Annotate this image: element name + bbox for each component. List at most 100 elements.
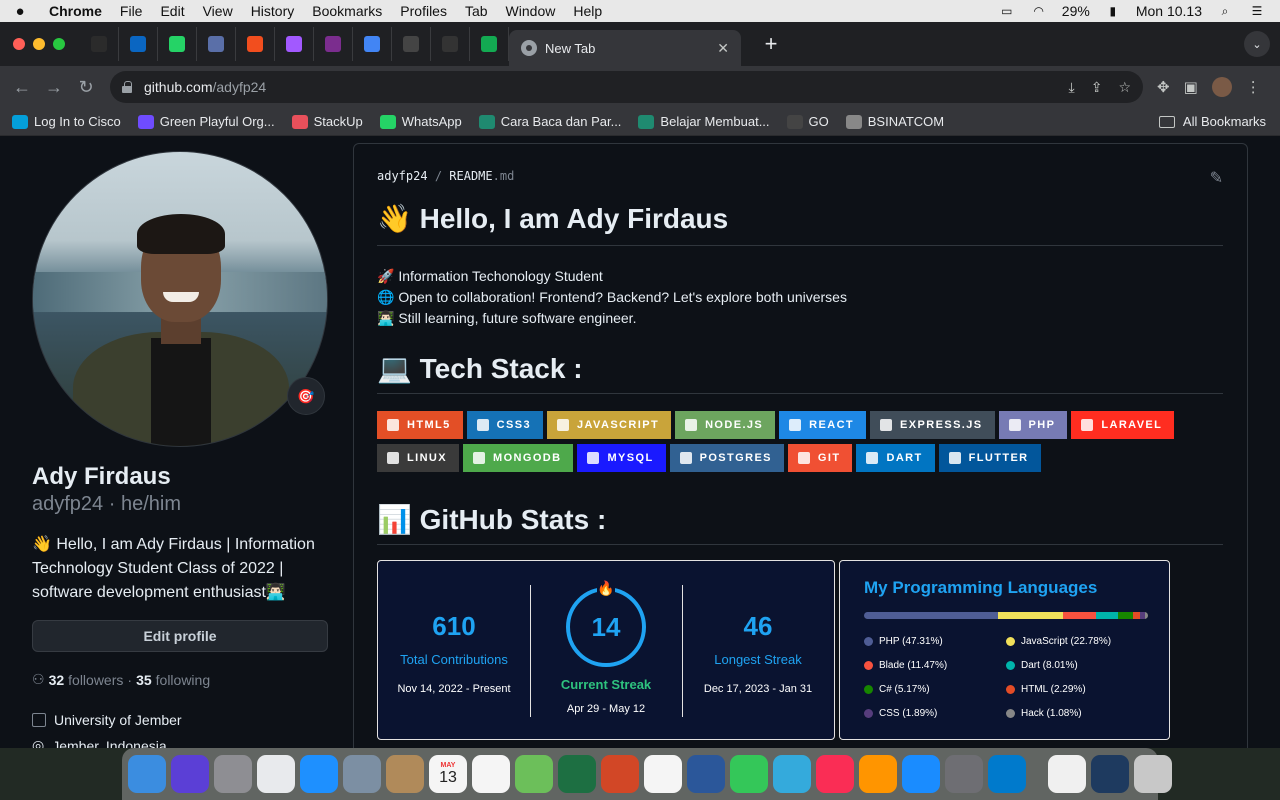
photos-icon[interactable]	[644, 755, 682, 793]
extensions-icon[interactable]: ✥	[1157, 78, 1170, 96]
menu-tab[interactable]: Tab	[456, 3, 497, 19]
tech-badge[interactable]: POSTGRES	[669, 444, 784, 472]
apple-menu-icon[interactable]: ●	[0, 3, 40, 20]
following-link[interactable]: following	[156, 672, 210, 688]
pinned-tab[interactable]	[431, 27, 470, 61]
vscode-icon[interactable]	[988, 755, 1026, 793]
pinned-tab[interactable]	[197, 27, 236, 61]
bookmark-item[interactable]: Log In to Cisco	[12, 114, 121, 129]
tech-badge[interactable]: LINUX	[377, 444, 459, 472]
profile-avatar[interactable]	[1211, 77, 1232, 97]
tech-badge[interactable]: MONGODB	[463, 444, 574, 472]
readme-file-link[interactable]: README	[449, 169, 492, 183]
followers-count[interactable]: 32	[49, 672, 65, 688]
system-preferences-icon[interactable]	[945, 755, 983, 793]
tech-badge[interactable]: CSS3	[466, 411, 544, 439]
tab-search-button[interactable]: ⌄	[1244, 31, 1270, 57]
new-tab-button[interactable]: +	[757, 30, 785, 58]
tech-badge[interactable]: HTML5	[377, 411, 463, 439]
pinned-tab[interactable]	[470, 27, 509, 61]
streak-stats-card[interactable]: 610 Total Contributions Nov 14, 2022 - P…	[377, 560, 835, 740]
spotlight-search-icon[interactable]: ⌕	[1216, 4, 1234, 18]
vscode-window-icon[interactable]	[1091, 755, 1129, 793]
profile-avatar-large[interactable]	[32, 151, 328, 447]
pinned-tab[interactable]	[119, 27, 158, 61]
reload-button[interactable]: ↻	[70, 71, 102, 103]
messages-icon[interactable]	[773, 755, 811, 793]
tech-badge[interactable]: REACT	[779, 411, 867, 439]
lock-icon[interactable]	[122, 81, 132, 93]
minimize-window-button[interactable]	[33, 38, 45, 50]
appstore-icon[interactable]	[902, 755, 940, 793]
address-bar[interactable]: github.com /adyfp24 ⤓ ⇪ ☆	[110, 71, 1143, 103]
menu-history[interactable]: History	[242, 3, 304, 19]
maximize-window-button[interactable]	[53, 38, 65, 50]
calendar-icon[interactable]: MAY 13	[429, 755, 467, 793]
menu-help[interactable]: Help	[564, 3, 611, 19]
pinned-tab[interactable]	[236, 27, 275, 61]
bookmark-item[interactable]: GO	[786, 114, 829, 129]
bookmark-star-icon[interactable]: ☆	[1118, 79, 1131, 96]
reminders-icon[interactable]	[472, 755, 510, 793]
music-icon[interactable]	[816, 755, 854, 793]
tech-badge[interactable]: FLUTTER	[938, 444, 1041, 472]
menu-window[interactable]: Window	[497, 3, 565, 19]
books-icon[interactable]	[859, 755, 897, 793]
close-tab-icon[interactable]: ✕	[717, 40, 729, 57]
tech-badge[interactable]: JAVASCRIPT	[547, 411, 672, 439]
powerpoint-icon[interactable]	[601, 755, 639, 793]
contacts-icon[interactable]	[386, 755, 424, 793]
bookmark-item[interactable]: Green Playful Org...	[137, 114, 275, 129]
tech-badge[interactable]: NODE.JS	[675, 411, 776, 439]
preview-icon[interactable]	[343, 755, 381, 793]
share-icon[interactable]: ⇪	[1091, 79, 1103, 96]
pinned-tab[interactable]	[392, 27, 431, 61]
close-window-button[interactable]	[13, 38, 25, 50]
pinned-tab[interactable]	[80, 27, 119, 61]
pinned-tab[interactable]	[353, 27, 392, 61]
menu-app-name[interactable]: Chrome	[40, 3, 111, 19]
wifi-icon[interactable]: ◠	[1030, 4, 1048, 18]
control-center-icon[interactable]: ☰	[1248, 4, 1266, 18]
pinned-tab[interactable]	[275, 27, 314, 61]
edit-readme-pencil-icon[interactable]: ✎	[1210, 168, 1223, 188]
document-icon[interactable]	[1048, 755, 1086, 793]
chrome-icon[interactable]	[257, 755, 295, 793]
bookmark-item[interactable]: Belajar Membuat...	[638, 114, 770, 129]
word-icon[interactable]	[687, 755, 725, 793]
menu-view[interactable]: View	[194, 3, 242, 19]
readme-owner-link[interactable]: adyfp24	[377, 169, 428, 183]
all-bookmarks-button[interactable]: All Bookmarks	[1158, 114, 1266, 129]
followers-link[interactable]: followers	[68, 672, 123, 688]
side-panel-icon[interactable]: ▣	[1184, 78, 1198, 96]
bookmark-item[interactable]: WhatsApp	[379, 114, 462, 129]
top-languages-card[interactable]: My Programming Languages PHP (47.31%) Jav…	[839, 560, 1170, 740]
menu-bookmarks[interactable]: Bookmarks	[303, 3, 391, 19]
excel-icon[interactable]	[558, 755, 596, 793]
tech-badge[interactable]: MYSQL	[577, 444, 666, 472]
tech-badge[interactable]: GIT	[787, 444, 853, 472]
bookmark-item[interactable]: Cara Baca dan Par...	[478, 114, 621, 129]
facetime-icon[interactable]	[730, 755, 768, 793]
finder-icon[interactable]	[128, 755, 166, 793]
pinned-tab[interactable]	[158, 27, 197, 61]
tech-badge[interactable]: PHP	[998, 411, 1068, 439]
battery-icon[interactable]: ▮	[1104, 4, 1122, 18]
siri-icon[interactable]	[171, 755, 209, 793]
launchpad-icon[interactable]	[214, 755, 252, 793]
safari-icon[interactable]	[300, 755, 338, 793]
pinned-tab[interactable]	[314, 27, 353, 61]
trash-icon[interactable]	[1134, 755, 1172, 793]
edit-profile-button[interactable]: Edit profile	[32, 620, 328, 652]
following-count[interactable]: 35	[136, 672, 152, 688]
chrome-menu-icon[interactable]: ⋮	[1246, 78, 1261, 96]
forward-button[interactable]: →	[38, 71, 70, 103]
maps-icon[interactable]	[515, 755, 553, 793]
tech-badge[interactable]: EXPRESS.JS	[870, 411, 995, 439]
tech-badge[interactable]: DART	[856, 444, 935, 472]
back-button[interactable]: ←	[6, 71, 38, 103]
tech-badge[interactable]: LARAVEL	[1071, 411, 1175, 439]
install-app-icon[interactable]: ⤓	[1069, 79, 1075, 96]
airplay-icon[interactable]: ▭	[998, 4, 1016, 18]
menubar-clock[interactable]: Mon 10.13	[1136, 3, 1202, 19]
